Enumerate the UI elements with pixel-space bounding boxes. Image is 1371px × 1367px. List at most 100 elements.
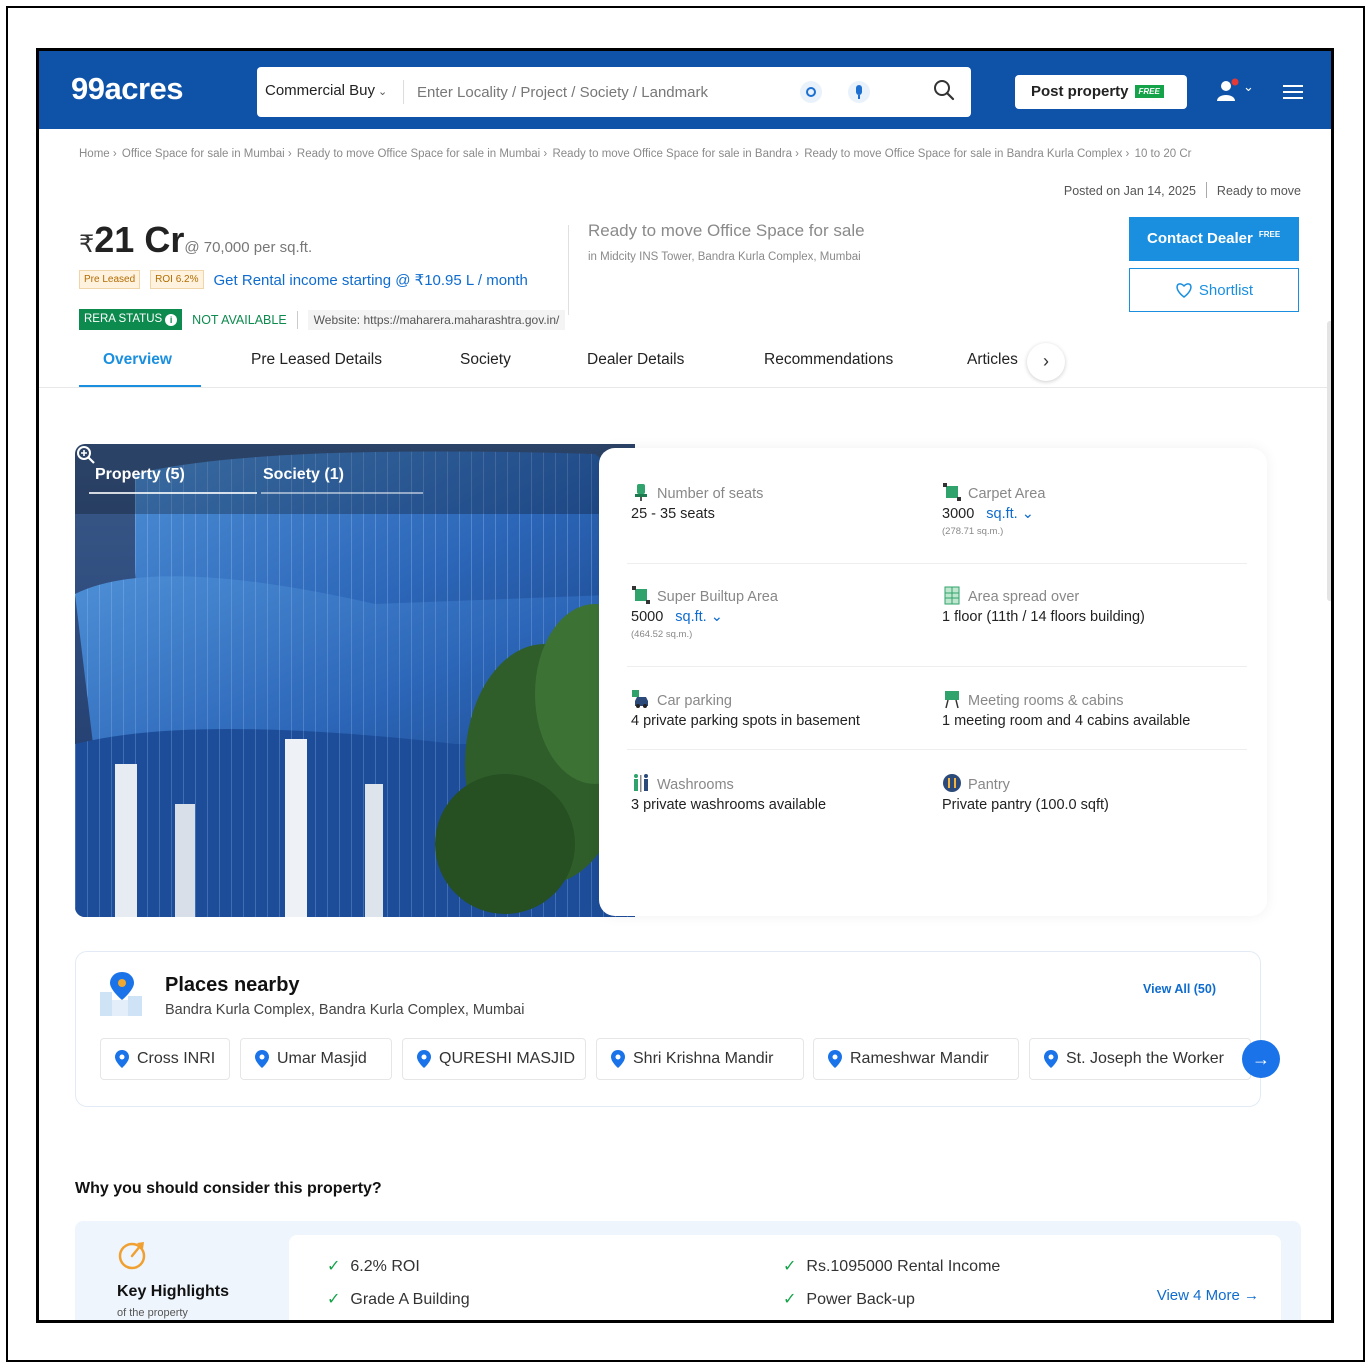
place-chip[interactable]: Shri Krishna Mandir — [596, 1038, 804, 1080]
rera-row: RERA STATUS i NOT AVAILABLE Website: http… — [79, 309, 566, 330]
tab-society[interactable]: Society — [460, 351, 511, 369]
property-title: Ready to move Office Space for sale — [588, 221, 865, 240]
place-name: St. Joseph the Worker — [1066, 1050, 1224, 1067]
detail-carpet-area: Carpet Area 3000 sq.ft. ⌄ (278.71 sq.m.) — [942, 482, 1045, 537]
zoom-in-icon[interactable] — [75, 444, 97, 466]
detail-value: 4 private parking spots in basement — [631, 713, 860, 729]
hamburger-menu-icon[interactable] — [1283, 85, 1303, 99]
breadcrumb-item[interactable]: Office Space for sale in Mumbai › — [122, 148, 292, 160]
breadcrumb-item[interactable]: Ready to move Office Space for sale in M… — [297, 148, 547, 160]
search-divider — [403, 80, 404, 104]
breadcrumb-item[interactable]: Home › — [79, 148, 117, 160]
user-account-icon[interactable] — [1215, 77, 1241, 103]
detail-super-builtup-area: Super Builtup Area 5000 sq.ft. ⌄ (464.52 … — [631, 585, 778, 640]
key-highlights-section: Key Highlights of the property ✓ 6.2% ROI… — [75, 1221, 1301, 1320]
shortlist-button[interactable]: Shortlist — [1129, 268, 1299, 312]
compass-icon — [118, 1242, 146, 1270]
breadcrumb: Home › Office Space for sale in Mumbai ›… — [79, 145, 1309, 164]
unit-selector[interactable]: sq.ft. ⌄ — [986, 506, 1034, 522]
chevron-down-icon: ⌄ — [378, 86, 388, 98]
tab-recommendations[interactable]: Recommendations — [764, 351, 893, 369]
possession-status: Ready to move — [1216, 184, 1301, 198]
page-scrollbar[interactable] — [1327, 321, 1331, 601]
microphone-icon[interactable] — [848, 81, 870, 103]
rera-website: Website: https://maharera.maharashtra.go… — [307, 309, 566, 330]
place-chip[interactable]: Rameshwar Mandir — [813, 1038, 1019, 1080]
area-icon — [943, 483, 961, 501]
contact-dealer-button[interactable]: Contact Dealer FREE — [1129, 217, 1299, 261]
property-photo-gallery[interactable]: Property (5) Society (1) — [75, 444, 635, 917]
detail-area-spread: Area spread over 1 floor (11th / 14 floo… — [942, 585, 1145, 625]
search-icon[interactable] — [933, 79, 955, 101]
posted-date: Posted on Jan 14, 2025 — [1063, 184, 1196, 198]
place-name: Shri Krishna Mandir — [633, 1050, 774, 1067]
tabs-next-button[interactable]: › — [1027, 343, 1065, 381]
places-next-button[interactable]: → — [1242, 1040, 1280, 1078]
tab-overview[interactable]: Overview — [103, 351, 172, 369]
place-chip[interactable]: St. Joseph the Worker — [1029, 1038, 1251, 1080]
section-tabs: Overview Pre Leased Details Society Deal… — [79, 341, 1299, 389]
view-all-places-link[interactable]: View All (50) — [1143, 982, 1216, 996]
divider — [39, 387, 1331, 388]
tab-pre-leased-details[interactable]: Pre Leased Details — [251, 351, 382, 369]
divider — [568, 225, 569, 315]
site-logo[interactable]: 99acres — [71, 71, 184, 107]
search-input[interactable] — [417, 78, 797, 106]
shortlist-label: Shortlist — [1198, 282, 1254, 299]
detail-subvalue: (278.71 sq.m.) — [942, 526, 1004, 537]
places-title: Places nearby — [165, 974, 300, 996]
check-icon: ✓ — [327, 1258, 341, 1275]
property-details-card: Number of seats 25 - 35 seats Carpet Are… — [599, 448, 1267, 916]
gallery-tab-society[interactable]: Society (1) — [263, 466, 344, 484]
highlight-item: ✓ 6.2% ROI — [327, 1256, 420, 1276]
rera-status-value: NOT AVAILABLE — [192, 312, 287, 327]
gallery-tab-property[interactable]: Property (5) — [95, 466, 185, 484]
unit-selector[interactable]: sq.ft. ⌄ — [675, 609, 723, 625]
detail-value: 1 meeting room and 4 cabins available — [942, 713, 1191, 729]
detail-label: Pantry — [968, 777, 1010, 793]
gallery-tab-underline — [261, 492, 423, 494]
rental-income-link[interactable]: Get Rental income starting @ ₹10.95 L / … — [214, 271, 528, 289]
detail-label: Car parking — [657, 693, 732, 709]
seat-icon — [635, 484, 647, 501]
building-photo — [75, 444, 635, 917]
place-chip[interactable]: QURESHI MASJID — [402, 1038, 586, 1080]
building-floor-icon — [944, 586, 960, 605]
highlights-list: ✓ 6.2% ROI ✓ Grade A Building ✓ Rs.1095000 … — [289, 1235, 1281, 1320]
detail-value: Private pantry (100.0 sqft) — [942, 797, 1109, 813]
divider — [627, 563, 1247, 564]
detail-subvalue: (464.52 sq.m.) — [631, 629, 693, 640]
detail-washrooms: Washrooms 3 private washrooms available — [631, 773, 826, 813]
breadcrumb-item[interactable]: Ready to move Office Space for sale in B… — [552, 148, 799, 160]
location-target-icon[interactable] — [800, 81, 822, 103]
search-category-dropdown[interactable]: Commercial Buy ⌄ — [265, 82, 387, 99]
posted-info: Posted on Jan 14, 2025 Ready to move — [1064, 182, 1301, 198]
detail-label: Carpet Area — [968, 486, 1046, 502]
tab-dealer-details[interactable]: Dealer Details — [587, 351, 684, 369]
breadcrumb-item[interactable]: 10 to 20 Cr — [1135, 148, 1192, 160]
detail-label: Washrooms — [657, 777, 734, 793]
detail-seats: Number of seats 25 - 35 seats — [631, 482, 763, 522]
map-pin-icon — [611, 1050, 625, 1068]
info-icon[interactable]: i — [165, 314, 178, 326]
divider — [1205, 182, 1207, 198]
breadcrumb-item[interactable]: Ready to move Office Space for sale in B… — [804, 148, 1129, 160]
unit-label: sq.ft. — [986, 506, 1018, 522]
search-bar: Commercial Buy ⌄ — [257, 67, 971, 117]
unit-label: sq.ft. — [675, 609, 707, 625]
detail-value: 1 floor (11th / 14 floors building) — [942, 609, 1145, 625]
view-more-highlights-link[interactable]: View 4 More → — [1157, 1287, 1259, 1304]
why-consider-title: Why you should consider this property? — [75, 1180, 382, 1197]
chevron-down-icon[interactable]: ⌄ — [1243, 79, 1254, 95]
place-chip[interactable]: Cross INRI — [100, 1038, 230, 1080]
currency-symbol: ₹ — [79, 231, 95, 258]
contact-dealer-label: Contact Dealer — [1147, 230, 1253, 247]
detail-value: 3000 — [942, 506, 975, 522]
post-property-button[interactable]: Post property FREE — [1015, 75, 1187, 109]
highlight-item: ✓ Power Back-up — [783, 1289, 915, 1309]
highlight-text: Rs.1095000 Rental Income — [806, 1258, 1001, 1275]
page: 99acres Commercial Buy⌄ Post propertyFRE… — [36, 48, 1334, 1323]
map-pin-icon — [115, 1050, 129, 1068]
place-chip[interactable]: Umar Masjid — [240, 1038, 392, 1080]
tab-articles[interactable]: Articles — [967, 351, 1018, 369]
